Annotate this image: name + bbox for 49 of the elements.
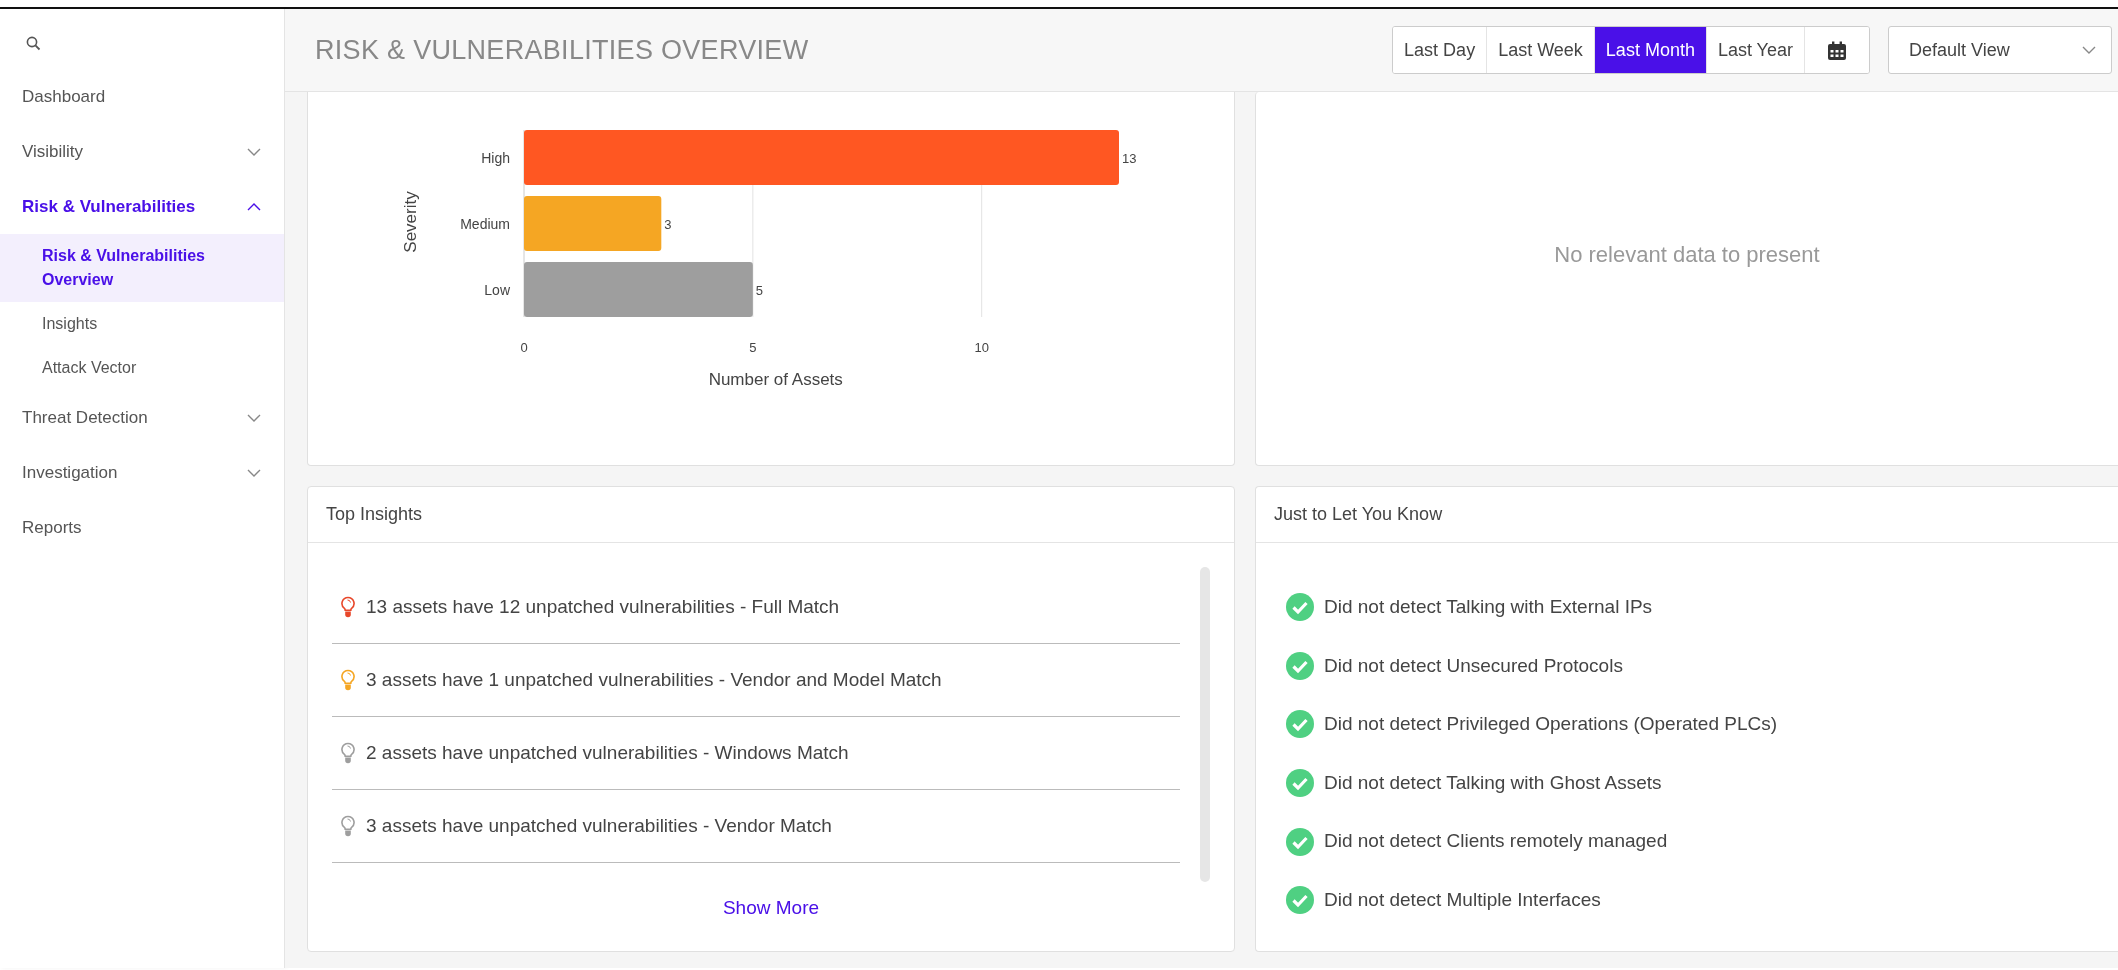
status-text: Did not detect Unsecured Protocols <box>1324 653 1623 678</box>
axis-title: Severity <box>401 191 420 253</box>
sidebar-item[interactable]: Investigation <box>0 445 284 500</box>
status-text: Did not detect Clients remotely managed <box>1324 829 1668 854</box>
sidebar-item[interactable]: Reports <box>0 500 284 555</box>
time-range-tab[interactable]: Last Day <box>1393 27 1488 73</box>
sidebar-item[interactable]: Dashboard <box>0 69 284 124</box>
axis-tick-label: 10 <box>974 340 989 355</box>
card-title: Top Insights <box>308 487 1234 543</box>
status-text: Did not detect Talking with Ghost Assets <box>1324 770 1662 795</box>
data-label: 13 <box>1122 150 1137 166</box>
axis-tick-label: 0 <box>520 340 528 355</box>
sidebar-subitem[interactable]: Risk & Vulnerabilities Overview <box>0 234 284 302</box>
check-circle-icon <box>1286 769 1314 798</box>
sidebar-item[interactable]: Threat Detection <box>0 390 284 445</box>
sidebar-subitem[interactable]: Insights <box>0 302 284 346</box>
calendar-icon <box>1827 40 1847 61</box>
insight-text: 2 assets have unpatched vulnerabilities - Windows Match <box>366 740 849 765</box>
check-circle-icon <box>1286 593 1314 622</box>
chevron-down-icon <box>2081 44 2097 56</box>
time-range-tab[interactable]: Last Month <box>1594 27 1707 73</box>
sidebar-item[interactable]: Risk & Vulnerabilities <box>0 179 284 234</box>
empty-message: No relevant data to present <box>1554 241 1820 269</box>
insight-text: 3 assets have 1 unpatched vulnerabilities - Vendor and Model Match <box>366 667 942 692</box>
data-label: 5 <box>755 282 764 298</box>
check-circle-icon <box>1286 886 1314 915</box>
category-label: Medium <box>460 215 510 232</box>
show-more-link[interactable]: Show More <box>722 897 820 918</box>
scrollbar[interactable] <box>1200 567 1210 882</box>
sidebar-item[interactable]: Visibility <box>0 124 284 179</box>
search-icon[interactable] <box>26 36 41 52</box>
card-title: Just to Let You Know <box>1256 487 2118 543</box>
axis-tick-label: 5 <box>749 340 757 355</box>
data-label: 3 <box>664 216 672 232</box>
status-text: Did not detect Privileged Operations (Operated PLCs) <box>1324 712 1778 737</box>
check-circle-icon <box>1286 827 1314 856</box>
sidebar-subitem[interactable]: Attack Vector <box>0 346 284 390</box>
category-label: Low <box>484 281 510 298</box>
insight-text: 13 assets have 12 unpatched vulnerabilities - Full Match <box>366 594 840 619</box>
status-text: Did not detect Multiple Interfaces <box>1324 888 1601 912</box>
status-text: Did not detect Talking with External IPs <box>1324 595 1653 620</box>
page-title: RISK & VULNERABILITIES OVERVIEW <box>315 33 809 67</box>
category-label: High <box>481 149 510 166</box>
check-circle-icon <box>1286 651 1314 680</box>
insight-text: 3 assets have unpatched vulnerabilities - Vendor Match <box>366 813 832 838</box>
axis-title: Number of Assets <box>708 370 843 389</box>
check-circle-icon <box>1286 710 1314 739</box>
view-select[interactable]: Default View <box>1888 26 2112 74</box>
chevron-up-icon <box>246 200 262 213</box>
